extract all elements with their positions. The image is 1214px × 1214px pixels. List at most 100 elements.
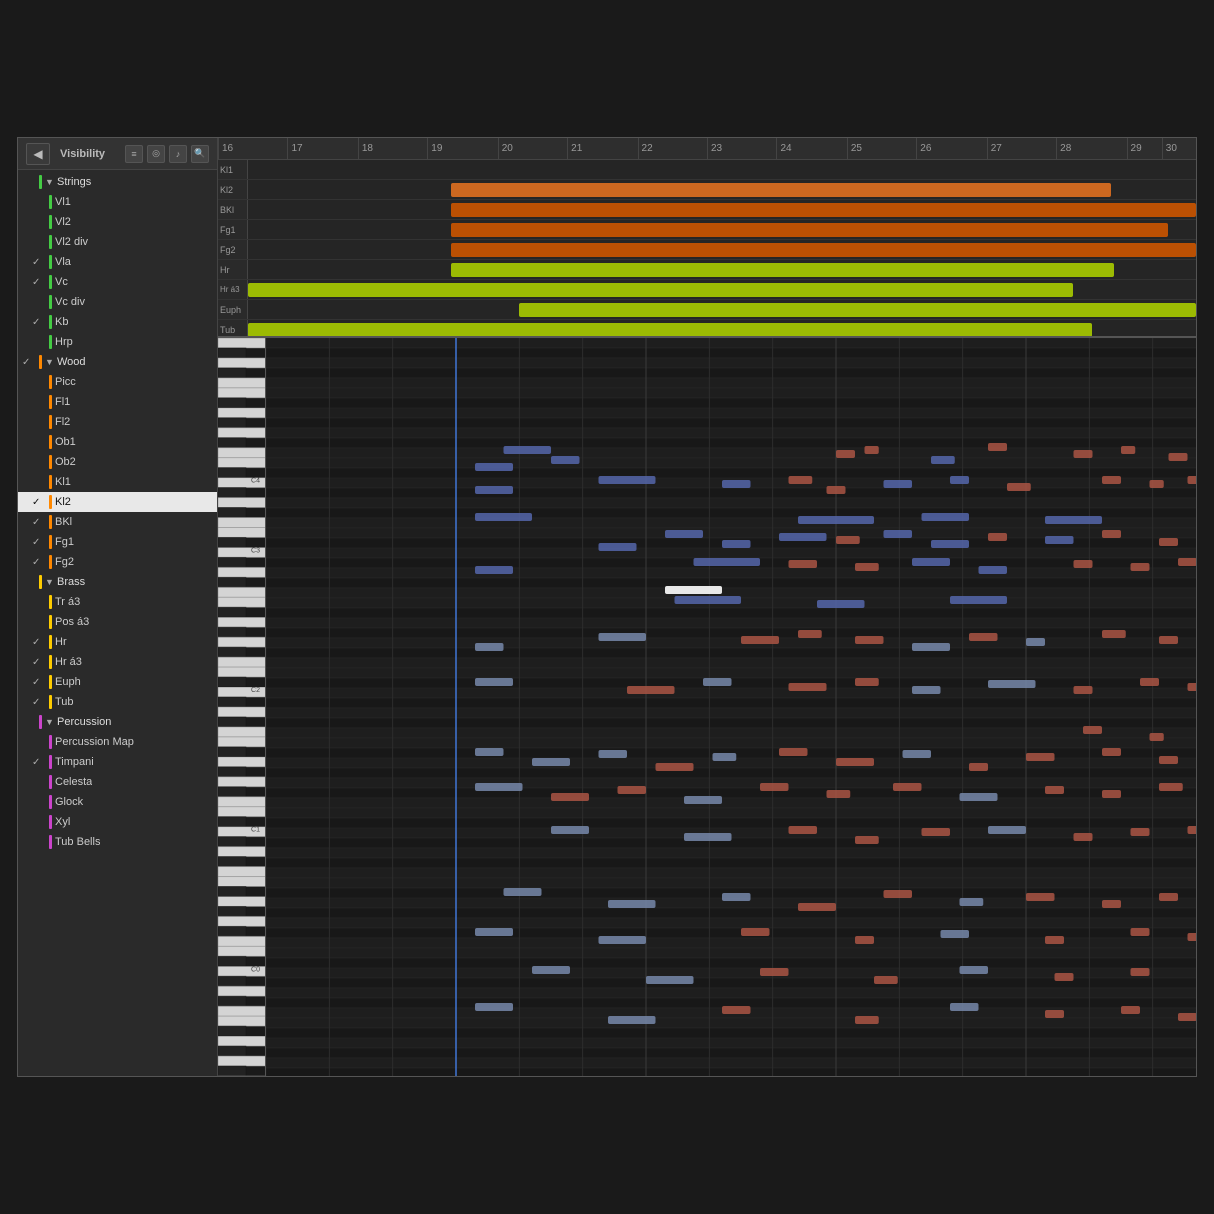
track-color [49,595,52,609]
overview-track-hr: Hr [218,260,1196,280]
editor-area: 16 17 18 19 20 21 22 23 24 25 26 27 [218,138,1196,1076]
track-label: Wood [57,356,86,368]
content-area: ◀ Visibility ≡ ◎ ♪ 🔍 ▼ [18,138,1196,1076]
eye-icon[interactable]: ◎ [147,145,165,163]
track-check: ✓ [32,497,46,508]
sidebar-item-percussion[interactable]: ▼ Percussion [18,712,217,732]
overview-label: Hr [218,260,248,279]
ruler-mark-23: 23 [707,138,722,159]
sidebar-item-vc[interactable]: ✓ Vc [18,272,217,292]
overview-block [451,243,1196,257]
track-label: Brass [57,576,85,588]
track-label: Picc [55,376,76,388]
sidebar-item-brass[interactable]: ▼ Brass [18,572,217,592]
sidebar-item-fl1[interactable]: Fl1 [18,392,217,412]
sidebar-item-kl2[interactable]: ✓ Kl2 [18,492,217,512]
sidebar-item-hrp[interactable]: Hrp [18,332,217,352]
ruler-mark-30: 30 [1162,138,1177,159]
ruler-marks: 16 17 18 19 20 21 22 23 24 25 26 27 [218,138,1196,159]
sidebar-item-timpani[interactable]: ✓ Timpani [18,752,217,772]
sidebar-item-vla[interactable]: ✓ Vla [18,252,217,272]
track-color [49,455,52,469]
sidebar-item-kb[interactable]: ✓ Kb [18,312,217,332]
track-label: Vla [55,256,71,268]
overview-block [451,203,1196,217]
sidebar-item-strings[interactable]: ▼ Strings [18,172,217,192]
track-label: Kl2 [55,496,71,508]
track-label: Vl2 div [55,236,88,248]
track-color [49,635,52,649]
track-color [49,835,52,849]
speaker-icon[interactable]: ♪ [169,145,187,163]
track-label: Glock [55,796,83,808]
track-color [49,335,52,349]
sidebar-item-bkl[interactable]: ✓ BKl [18,512,217,532]
track-label: Ob1 [55,436,76,448]
track-check: ✓ [22,357,36,368]
track-label: Fl1 [55,396,70,408]
track-label: Tub Bells [55,836,100,848]
piano-roll-section: C4 C3 C2 C1 C0 [218,338,1196,1076]
sidebar-item-tub-bells[interactable]: Tub Bells [18,832,217,852]
sidebar-item-vl1[interactable]: Vl1 [18,192,217,212]
track-check: ✓ [32,257,46,268]
sidebar-item-fg1[interactable]: ✓ Fg1 [18,532,217,552]
sidebar-item-tub[interactable]: ✓ Tub [18,692,217,712]
track-color [49,735,52,749]
track-color [49,475,52,489]
overview-content [248,220,1196,239]
track-color [49,655,52,669]
svg-text:C1: C1 [251,827,260,834]
sidebar-item-euph[interactable]: ✓ Euph [18,672,217,692]
sidebar-item-wood[interactable]: ✓ ▼ Wood [18,352,217,372]
overview-label: Hr á3 [218,280,248,299]
sidebar-item-vl2div[interactable]: Vl2 div [18,232,217,252]
main-window: ◀ Visibility ≡ ◎ ♪ 🔍 ▼ [17,137,1197,1077]
list-icon[interactable]: ≡ [125,145,143,163]
track-color [49,275,52,289]
track-label: Strings [57,176,91,188]
sidebar-item-ob1[interactable]: Ob1 [18,432,217,452]
sidebar-item-hr[interactable]: ✓ Hr [18,632,217,652]
track-check: ✓ [32,317,46,328]
overview-label: Kl1 [218,160,248,179]
sidebar-item-celesta[interactable]: Celesta [18,772,217,792]
sidebar-item-glock[interactable]: Glock [18,792,217,812]
sidebar-item-kl1[interactable]: Kl1 [18,472,217,492]
sidebar-item-posa3[interactable]: Pos á3 [18,612,217,632]
sidebar-back-button[interactable]: ◀ [26,143,50,165]
sidebar-track-list: ▼ Strings Vl1 Vl2 [18,170,217,1076]
sidebar-item-vcdiv[interactable]: Vc div [18,292,217,312]
sidebar-item-tra3[interactable]: Tr á3 [18,592,217,612]
track-label: Pos á3 [55,616,89,628]
track-color [49,295,52,309]
track-color [49,775,52,789]
overview-block [451,183,1111,197]
sidebar-item-ob2[interactable]: Ob2 [18,452,217,472]
svg-text:C3: C3 [251,547,260,554]
track-color [49,815,52,829]
sidebar-item-xyl[interactable]: Xyl [18,812,217,832]
grid-area[interactable] [266,338,1196,1076]
track-color [49,535,52,549]
track-color [49,555,52,569]
overview-content [248,180,1196,199]
sidebar-item-fg2[interactable]: ✓ Fg2 [18,552,217,572]
overview-track-bkl: BKl [218,200,1196,220]
track-color [49,315,52,329]
sidebar-item-picc[interactable]: Picc [18,372,217,392]
track-label: Percussion Map [55,736,134,748]
track-label: Celesta [55,776,92,788]
search-icon[interactable]: 🔍 [191,145,209,163]
track-label: Fg1 [55,536,74,548]
ruler-mark-16: 16 [218,138,233,159]
ruler-mark-24: 24 [776,138,791,159]
sidebar-item-percussion-map[interactable]: Percussion Map [18,732,217,752]
svg-text:C2: C2 [251,687,260,694]
sidebar-item-fl2[interactable]: Fl2 [18,412,217,432]
track-check: ✓ [32,557,46,568]
sidebar-item-hra3[interactable]: ✓ Hr á3 [18,652,217,672]
sidebar-item-vl2[interactable]: Vl2 [18,212,217,232]
overview-label: Tub [218,320,248,336]
track-label: BKl [55,516,72,528]
